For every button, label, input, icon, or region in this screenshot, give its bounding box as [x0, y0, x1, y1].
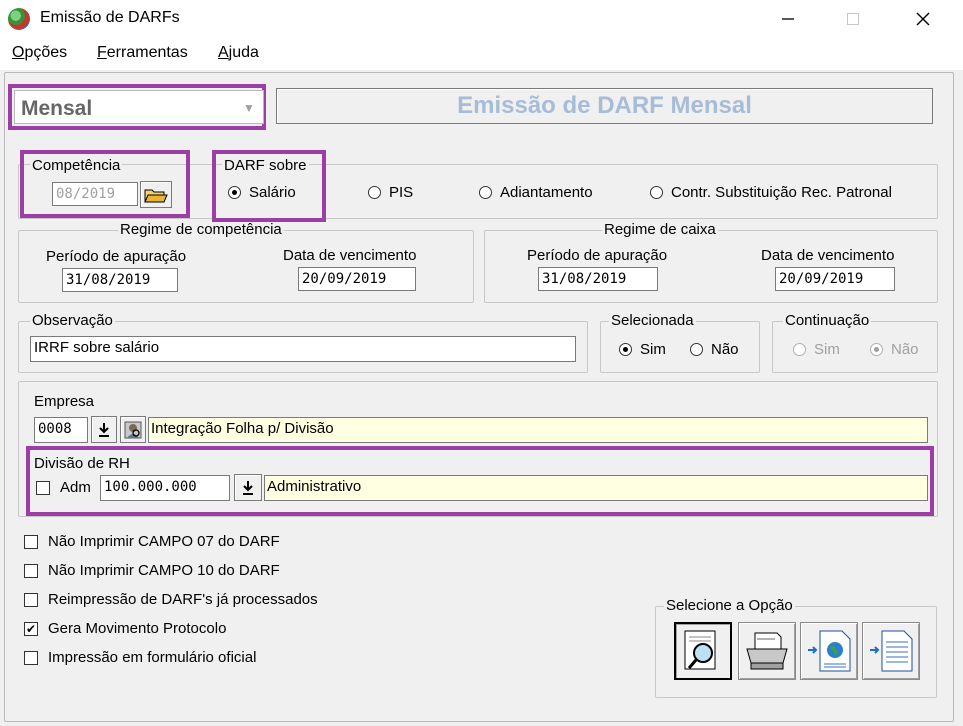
data-vencimento-label: Data de vencimento	[283, 247, 417, 264]
data-vencimento-label: Data de vencimento	[761, 247, 895, 264]
menu-ferramentas[interactable]: Ferramentas	[97, 44, 188, 62]
periodo-apuracao-label: Período de apuração	[527, 247, 668, 264]
divisao-code-input[interactable]: 100.000.000	[100, 475, 230, 501]
checkmark-icon: ✔	[24, 621, 38, 636]
competencia-vencimento-input[interactable]: 20/09/2019	[298, 267, 416, 291]
web-export-button[interactable]	[800, 622, 858, 680]
empresa-label: Empresa	[34, 393, 95, 410]
regime-competencia-legend: Regime de competência	[118, 221, 284, 238]
app-icon	[8, 8, 30, 30]
empresa-lookup-button[interactable]	[91, 416, 117, 443]
regime-caixa-legend: Regime de caixa	[602, 221, 718, 238]
observacao-legend: Observação	[30, 312, 115, 329]
close-button[interactable]	[900, 0, 946, 38]
radio-dot	[368, 186, 381, 199]
minimize-button[interactable]	[765, 0, 811, 38]
radio-contr-substituicao[interactable]: Contr. Substituição Rec. Patronal	[650, 184, 892, 201]
continuacao-legend: Continuação	[783, 312, 872, 329]
printer-icon	[746, 632, 788, 670]
checkbox-reimpressao[interactable]: Reimpressão de DARF's já processados	[24, 591, 318, 608]
person-search-icon	[124, 421, 142, 438]
print-button[interactable]	[738, 622, 796, 680]
checkbox-gera-movimento-protocolo[interactable]: ✔ Gera Movimento Protocolo	[24, 620, 226, 637]
radio-dot	[228, 186, 241, 199]
maximize-button	[830, 0, 876, 38]
checkbox-nao-imprimir-campo-07[interactable]: Não Imprimir CAMPO 07 do DARF	[24, 533, 280, 550]
radio-dot	[479, 186, 492, 199]
radio-adiantamento[interactable]: Adiantamento	[479, 184, 593, 201]
minimize-icon	[782, 18, 794, 20]
selecionada-legend: Selecionada	[609, 312, 696, 329]
divisao-label: Divisão de RH	[34, 455, 130, 472]
selecionada-sim-radio[interactable]: Sim	[619, 341, 666, 358]
selecionada-nao-radio[interactable]: Não	[690, 341, 739, 358]
download-arrow-icon	[243, 480, 253, 495]
observacao-input[interactable]: IRRF sobre salário	[30, 336, 576, 362]
caixa-vencimento-input[interactable]: 20/09/2019	[775, 267, 895, 291]
continuacao-nao-radio: Não	[870, 341, 919, 358]
folder-open-icon	[144, 189, 168, 202]
mode-select-value: Mensal	[21, 97, 93, 120]
checkbox-box	[24, 592, 38, 607]
window-title: Emissão de DARFs	[40, 9, 180, 26]
continuacao-sim-radio: Sim	[793, 341, 840, 358]
caixa-periodo-input[interactable]: 31/08/2019	[538, 267, 658, 291]
competencia-periodo-input[interactable]: 31/08/2019	[62, 268, 178, 292]
competencia-legend: Competência	[30, 157, 123, 174]
menu-ajuda[interactable]: Ajuda	[218, 44, 259, 62]
magnifier-icon	[684, 630, 716, 670]
checkbox-box	[24, 650, 38, 665]
web-export-icon	[808, 630, 851, 672]
periodo-apuracao-label: Período de apuração	[46, 248, 187, 265]
close-icon	[916, 12, 930, 26]
empresa-name-field: Integração Folha p/ Divisão	[148, 417, 928, 443]
empresa-code-input[interactable]: 0008	[34, 417, 88, 443]
checkbox-box	[24, 534, 38, 549]
selecione-opcao-legend: Selecione a Opção	[664, 597, 795, 614]
adm-checkbox[interactable]: Adm	[36, 479, 91, 496]
file-export-button[interactable]	[862, 622, 920, 680]
competencia-folder-button[interactable]	[140, 181, 172, 208]
radio-dot	[793, 343, 806, 356]
divisao-lookup-button[interactable]	[234, 474, 262, 501]
radio-dot	[619, 343, 632, 356]
radio-pis[interactable]: PIS	[368, 184, 413, 201]
checkbox-impressao-formulario-oficial[interactable]: Impressão em formulário oficial	[24, 649, 256, 666]
radio-dot	[870, 343, 883, 356]
mode-select[interactable]: Mensal ▼	[14, 90, 264, 124]
radio-dot	[690, 343, 703, 356]
menu-opcoes[interactable]: Opções	[12, 44, 67, 62]
page-title: Emissão de DARF Mensal	[457, 92, 752, 119]
document-export-icon	[870, 630, 913, 672]
checkbox-box	[24, 563, 38, 578]
checkbox-box	[36, 480, 50, 495]
darf-sobre-legend: DARF sobre	[222, 157, 309, 174]
header-title-box: Emissão de DARF Mensal	[276, 88, 933, 124]
download-arrow-icon	[99, 422, 109, 437]
preview-button[interactable]	[674, 622, 732, 680]
competencia-input[interactable]: 08/2019	[52, 182, 138, 206]
chevron-down-icon: ▼	[243, 101, 255, 115]
divisao-name-field: Administrativo	[264, 475, 928, 501]
radio-dot	[650, 186, 663, 199]
empresa-search-button[interactable]	[120, 416, 146, 443]
radio-salario[interactable]: Salário	[228, 184, 296, 201]
maximize-icon	[847, 13, 859, 25]
checkbox-nao-imprimir-campo-10[interactable]: Não Imprimir CAMPO 10 do DARF	[24, 562, 280, 579]
